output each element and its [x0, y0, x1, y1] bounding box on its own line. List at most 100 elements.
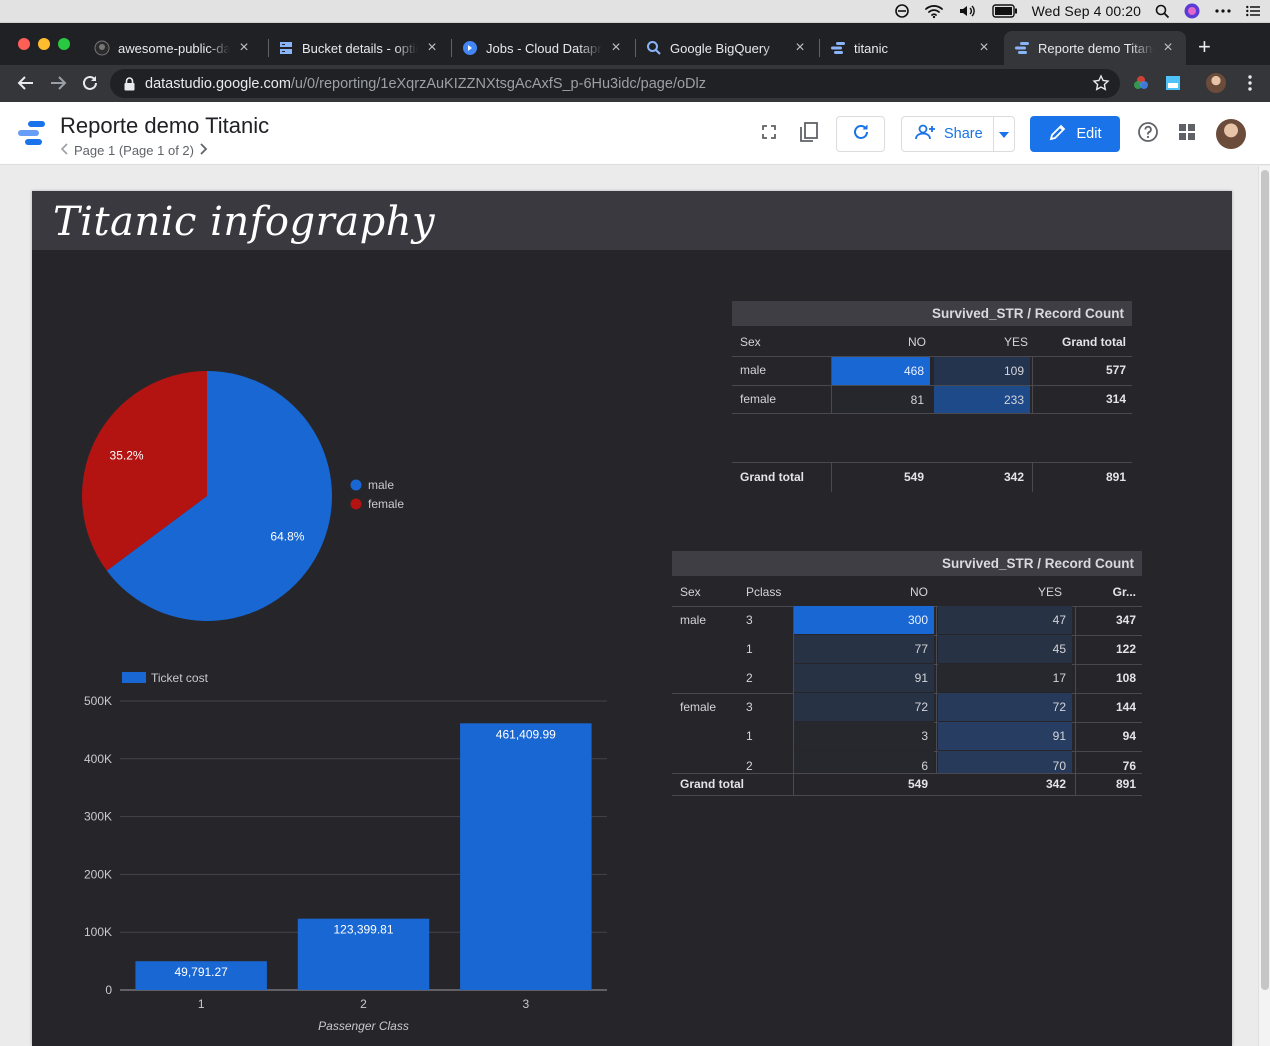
bar-value-label: 49,791.27 — [174, 965, 228, 979]
color-picker-extension-icon[interactable] — [1130, 72, 1152, 94]
cell-female-total: 314 — [1105, 392, 1126, 406]
share-main-button[interactable]: Share — [902, 117, 994, 151]
column-header-grand-total[interactable]: Grand total — [1032, 328, 1132, 356]
copy-report-icon[interactable] — [797, 120, 821, 144]
share-dropdown-button[interactable] — [994, 126, 1014, 142]
tab-close-icon[interactable]: × — [236, 39, 252, 57]
column-header-yes[interactable]: YES — [938, 578, 1068, 606]
wifi-icon[interactable] — [924, 3, 944, 19]
bar-chart: Ticket cost 0 100K 200K 300K 400K 500K 49,791.2… — [84, 671, 607, 1033]
tab-close-icon[interactable]: × — [792, 39, 808, 57]
apps-grid-icon[interactable] — [1175, 120, 1199, 144]
column-divider — [936, 606, 937, 773]
edit-button[interactable]: Edit — [1030, 116, 1120, 152]
window-zoom-button[interactable] — [58, 38, 70, 50]
legend-swatch — [350, 498, 362, 510]
column-header-yes[interactable]: YES — [934, 328, 1034, 356]
reload-icon[interactable] — [79, 72, 101, 94]
new-tab-button[interactable]: + — [1198, 36, 1211, 58]
tab-close-icon[interactable]: × — [1160, 39, 1176, 57]
browser-tab[interactable]: Google BigQuery × — [636, 31, 818, 65]
page-navigator: Page 1 (Page 1 of 2) — [60, 143, 208, 158]
pivot-table-sex-pclass-survived: Survived_STR / Record Count Sex Pclass N… — [672, 551, 1142, 811]
browser-tab[interactable]: titanic × — [820, 31, 1002, 65]
bar-value-label: 123,399.81 — [333, 923, 393, 937]
tab-close-icon[interactable]: × — [608, 39, 624, 57]
forward-icon[interactable] — [47, 72, 69, 94]
y-tick-label: 400K — [84, 752, 112, 766]
bar-value-label: 461,409.99 — [496, 727, 556, 741]
row-pclass: 3 — [746, 613, 753, 627]
browser-tab[interactable]: Jobs - Cloud Dataprep × — [452, 31, 634, 65]
column-header-grand-total[interactable]: Gr... — [1077, 578, 1142, 606]
next-page-icon[interactable] — [200, 143, 208, 158]
focus-icon[interactable] — [894, 3, 910, 19]
infography-title: Titanic infography — [53, 199, 436, 245]
datastudio-logo-icon[interactable] — [17, 118, 47, 153]
legend-label[interactable]: Ticket cost — [151, 671, 209, 685]
back-icon[interactable] — [15, 72, 37, 94]
caret-down-icon — [999, 126, 1009, 142]
refresh-data-button[interactable] — [836, 116, 885, 152]
search-icon — [646, 40, 662, 56]
notification-center-icon[interactable] — [1246, 5, 1260, 17]
volume-icon[interactable] — [958, 3, 978, 19]
y-tick-label: 100K — [84, 925, 112, 939]
vertical-scrollbar[interactable] — [1258, 166, 1270, 1046]
refresh-icon — [851, 122, 871, 147]
window-close-button[interactable] — [18, 38, 30, 50]
report-banner: Titanic infography — [32, 191, 1232, 250]
cell-female-yes: 233 — [934, 386, 1030, 414]
lock-icon[interactable] — [124, 76, 135, 91]
browser-tab-active[interactable]: Reporte demo Titanic × — [1004, 31, 1186, 65]
battery-icon[interactable] — [991, 4, 1018, 18]
column-header-sex[interactable]: Sex — [680, 578, 740, 606]
legend-label[interactable]: male — [368, 478, 394, 492]
column-header-sex[interactable]: Sex — [740, 328, 830, 356]
spotlight-icon[interactable] — [1155, 4, 1170, 19]
browser-tab[interactable]: awesome-public-datasets × — [84, 31, 262, 65]
window-minimize-button[interactable] — [38, 38, 50, 50]
legend-label[interactable]: female — [368, 497, 404, 511]
account-avatar[interactable] — [1216, 119, 1246, 149]
profile-avatar[interactable] — [1205, 72, 1227, 94]
cell-no: 300 — [794, 606, 934, 634]
bookmark-star-icon[interactable] — [1090, 72, 1112, 94]
prev-page-icon[interactable] — [60, 143, 68, 158]
bar-class-3[interactable] — [460, 723, 592, 990]
browser-tab-strip: awesome-public-datasets × Bucket details… — [0, 23, 1270, 65]
row-label-male: male — [680, 613, 707, 627]
share-button[interactable]: Share — [901, 116, 1015, 152]
siri-icon[interactable] — [1184, 3, 1200, 19]
tab-close-icon[interactable]: × — [976, 39, 992, 57]
extension-icon[interactable] — [1162, 72, 1184, 94]
datastudio-header: Reporte demo Titanic Page 1 (Page 1 of 2… — [0, 102, 1270, 165]
scrollbar-thumb[interactable] — [1261, 170, 1269, 990]
page-indicator[interactable]: Page 1 (Page 1 of 2) — [74, 143, 194, 158]
column-header-no[interactable]: NO — [794, 578, 934, 606]
fullscreen-icon[interactable] — [757, 120, 781, 144]
browser-toolbar: datastudio.google.com/u/0/reporting/1eXq… — [0, 65, 1270, 102]
pie-slice-label: 35.2% — [110, 449, 144, 463]
tab-close-icon[interactable]: × — [424, 39, 440, 57]
x-tick-label: 3 — [522, 997, 529, 1011]
x-tick-label: 1 — [198, 997, 205, 1011]
browser-menu-icon[interactable] — [1239, 72, 1261, 94]
y-tick-label: 0 — [105, 983, 112, 997]
legend-swatch — [122, 672, 146, 683]
row-pclass: 3 — [746, 700, 753, 714]
edit-label: Edit — [1076, 126, 1102, 142]
cell-yes: 70 — [938, 751, 1072, 773]
column-header-no[interactable]: NO — [832, 328, 932, 356]
tab-label: titanic — [854, 40, 888, 56]
browser-tab[interactable]: Bucket details - optional × — [268, 31, 450, 65]
cell-no: 91 — [794, 664, 934, 692]
help-icon[interactable] — [1136, 120, 1160, 144]
pivot-table-sex-survived: Survived_STR / Record Count Sex NO YES G… — [732, 301, 1132, 501]
menubar-clock[interactable]: Wed Sep 4 00:20 — [1032, 3, 1141, 19]
grand-total-label: Grand total — [740, 470, 805, 484]
column-divider — [831, 356, 832, 414]
report-title[interactable]: Reporte demo Titanic — [60, 113, 269, 139]
address-bar[interactable]: datastudio.google.com/u/0/reporting/1eXq… — [110, 69, 1120, 98]
more-status-icon[interactable] — [1214, 8, 1232, 14]
